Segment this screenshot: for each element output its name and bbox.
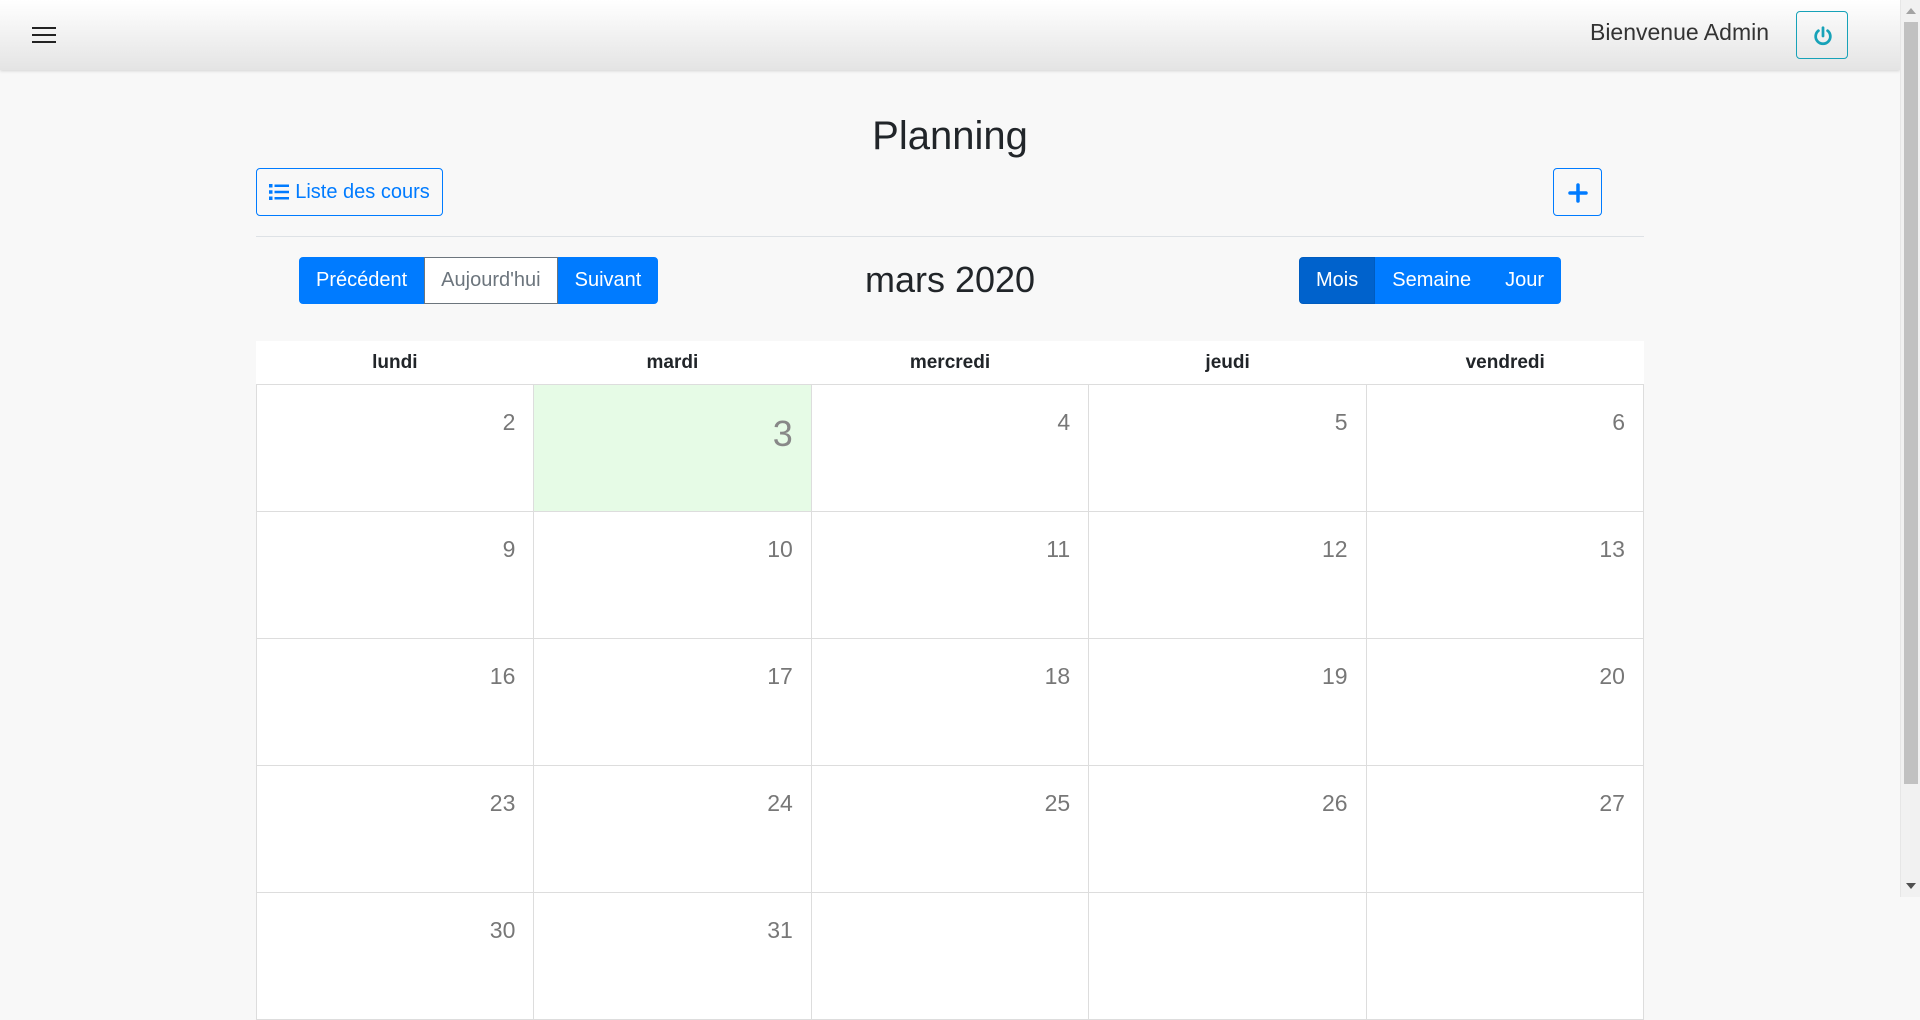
day-cell-today[interactable]: 3 <box>534 385 812 512</box>
calendar-view-switcher: Mois Semaine Jour <box>1299 257 1562 304</box>
day-cell[interactable]: 2 <box>257 385 535 512</box>
day-cell[interactable] <box>1089 893 1367 1020</box>
day-number: 30 <box>489 917 516 943</box>
day-cell[interactable]: 11 <box>811 512 1090 639</box>
day-number: 2 <box>502 409 516 435</box>
view-month-button[interactable]: Mois <box>1299 257 1376 304</box>
day-cell[interactable]: 27 <box>1366 766 1644 893</box>
day-cell[interactable]: 5 <box>1089 385 1367 512</box>
day-number: 19 <box>1322 663 1348 689</box>
day-cell[interactable]: 26 <box>1089 766 1367 893</box>
day-number: 3 <box>772 413 793 454</box>
day-number: 10 <box>767 536 793 562</box>
week-row: 2 3 4 5 6 <box>256 385 1644 512</box>
day-number: 24 <box>767 790 793 816</box>
day-number: 31 <box>767 917 793 943</box>
day-cell[interactable]: 25 <box>811 766 1090 893</box>
next-button[interactable]: Suivant <box>557 257 659 304</box>
day-number: 5 <box>1334 409 1348 435</box>
week-row: 16 17 18 19 20 <box>256 639 1644 766</box>
day-cell[interactable] <box>811 893 1090 1020</box>
day-number: 17 <box>767 663 793 689</box>
top-navbar: Bienvenue Admin <box>0 0 1900 70</box>
list-icon <box>269 184 290 200</box>
hamburger-menu-icon[interactable] <box>32 25 56 45</box>
scroll-down-arrow-icon[interactable] <box>1906 883 1916 889</box>
weekday-header-row: lundi mardi mercredi jeudi vendredi <box>256 341 1644 385</box>
weekday-header: lundi <box>372 352 418 373</box>
today-button[interactable]: Aujourd'hui <box>424 257 558 304</box>
day-number: 25 <box>1044 790 1071 816</box>
view-week-button[interactable]: Semaine <box>1375 257 1489 304</box>
course-list-label: Liste des cours <box>295 180 430 203</box>
add-course-button[interactable] <box>1553 168 1602 216</box>
scroll-thumb[interactable] <box>1904 22 1918 784</box>
logout-button[interactable] <box>1796 11 1848 59</box>
day-cell[interactable]: 4 <box>811 385 1090 512</box>
day-cell[interactable]: 24 <box>534 766 812 893</box>
day-cell[interactable]: 12 <box>1089 512 1367 639</box>
day-number: 13 <box>1599 536 1625 562</box>
weekday-header: jeudi <box>1205 352 1250 373</box>
day-cell[interactable]: 30 <box>257 893 535 1020</box>
day-cell[interactable] <box>1366 893 1644 1020</box>
day-cell[interactable]: 9 <box>257 512 535 639</box>
weekday-header: mardi <box>646 352 699 373</box>
day-number: 16 <box>489 663 516 689</box>
day-number: 11 <box>1046 536 1071 562</box>
day-number: 27 <box>1599 790 1625 816</box>
day-number: 6 <box>1612 409 1625 435</box>
course-list-button[interactable]: Liste des cours <box>256 168 443 216</box>
day-cell[interactable]: 23 <box>257 766 535 893</box>
page-scrollbar[interactable] <box>1900 0 1920 897</box>
plus-icon <box>1568 183 1588 203</box>
week-row: 9 10 11 12 13 <box>256 512 1644 639</box>
calendar-navigation: Précédent Aujourd'hui Suivant <box>299 257 659 304</box>
week-row: 23 24 25 26 27 <box>256 766 1644 893</box>
day-cell[interactable]: 17 <box>534 639 812 766</box>
day-number: 26 <box>1322 790 1348 816</box>
scroll-up-arrow-icon[interactable] <box>1906 8 1916 14</box>
day-cell[interactable]: 16 <box>257 639 535 766</box>
view-day-button[interactable]: Jour <box>1488 257 1562 304</box>
weekday-header: mercredi <box>909 352 991 373</box>
day-number: 20 <box>1599 663 1625 689</box>
day-cell[interactable]: 10 <box>534 512 812 639</box>
day-number: 18 <box>1044 663 1071 689</box>
day-cell[interactable]: 19 <box>1089 639 1367 766</box>
week-row: 30 31 <box>256 893 1644 1020</box>
day-cell[interactable]: 13 <box>1366 512 1644 639</box>
day-cell[interactable]: 6 <box>1366 385 1644 512</box>
weekday-header: vendredi <box>1465 352 1545 373</box>
previous-button[interactable]: Précédent <box>299 257 425 304</box>
day-number: 4 <box>1057 409 1071 435</box>
day-cell[interactable]: 18 <box>811 639 1090 766</box>
welcome-text: Bienvenue Admin <box>1589 19 1769 45</box>
month-title: mars 2020 <box>864 259 1036 300</box>
divider <box>256 236 1644 237</box>
day-cell[interactable]: 31 <box>534 893 812 1020</box>
day-cell[interactable]: 20 <box>1366 639 1644 766</box>
day-number: 12 <box>1322 536 1348 562</box>
day-number: 23 <box>489 790 516 816</box>
page-title: Planning <box>872 114 1028 158</box>
month-calendar: lundi mardi mercredi jeudi vendredi 2 3 … <box>256 341 1644 1020</box>
power-icon <box>1814 26 1832 46</box>
day-number: 9 <box>502 536 516 562</box>
